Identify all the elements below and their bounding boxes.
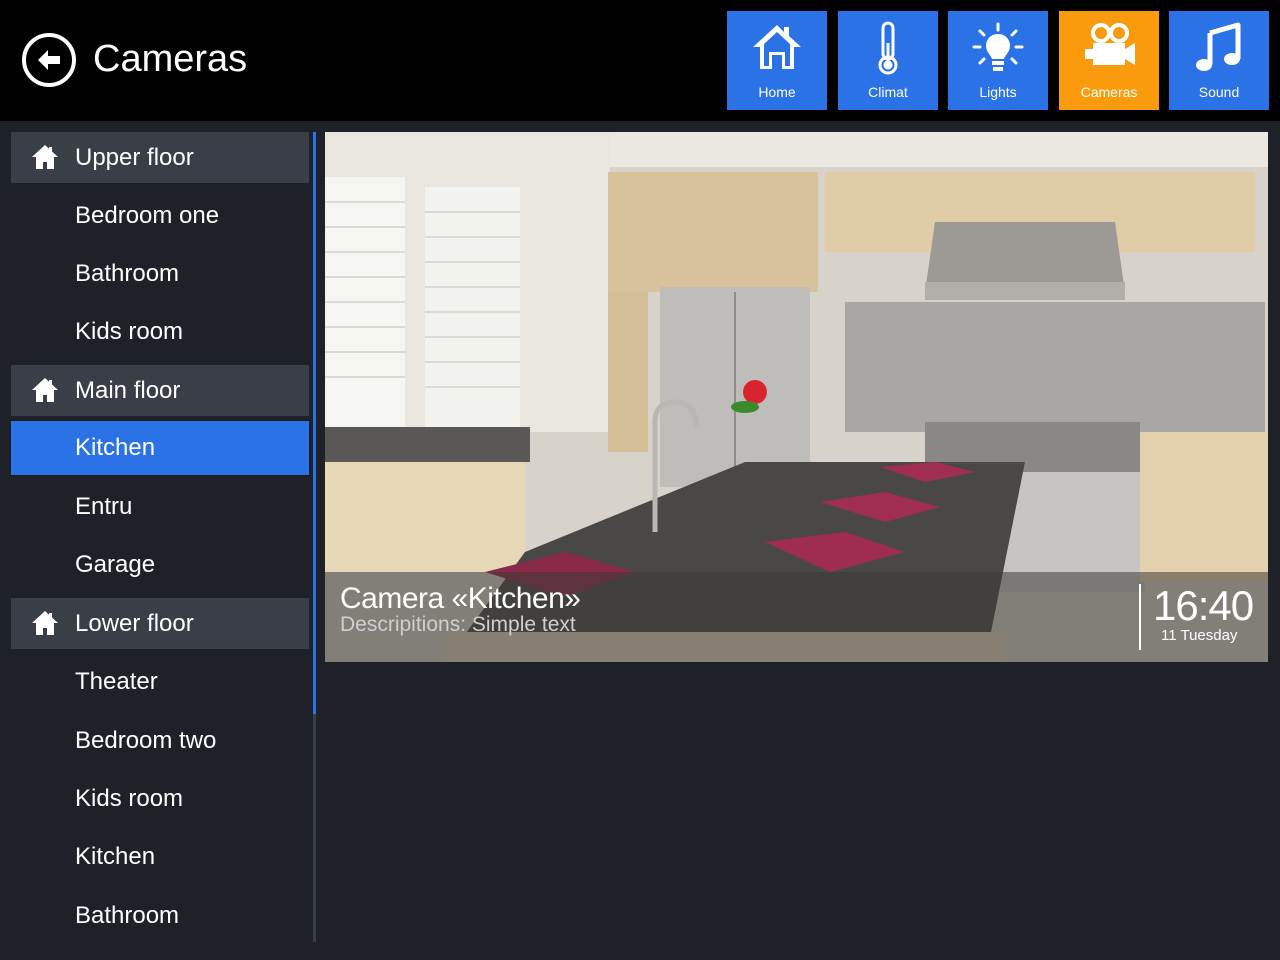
sidebar-item-bedroom-two[interactable]: Bedroom two xyxy=(11,714,309,768)
room-label: Bedroom two xyxy=(75,727,217,754)
room-label: Entru xyxy=(75,493,133,520)
room-label: Bedroom one xyxy=(75,202,220,229)
room-label: Kids room xyxy=(75,785,184,812)
lightbulb-icon xyxy=(972,22,1024,71)
back-arrow-icon xyxy=(38,50,60,70)
section-label: Lower floor xyxy=(75,610,194,637)
thermometer-icon xyxy=(878,21,898,75)
video-camera-icon xyxy=(1085,23,1135,65)
nav-tile-label: Sound xyxy=(1198,84,1240,100)
section-lower-floor[interactable]: Lower floor xyxy=(11,598,309,649)
section-label: Main floor xyxy=(75,377,181,404)
room-label: Garage xyxy=(75,551,156,578)
room-label: Kids room xyxy=(75,318,184,345)
section-upper-floor[interactable]: Upper floor xyxy=(11,132,309,183)
back-button[interactable] xyxy=(22,33,76,87)
camera-description: Descripitions: Simple text xyxy=(340,613,576,636)
sidebar-item-bathroom[interactable]: Bathroom xyxy=(11,247,309,301)
room-label: Kitchen xyxy=(75,843,156,870)
nav-tile-sound[interactable]: Sound xyxy=(1169,11,1269,110)
nav-tile-label: Lights xyxy=(979,84,1017,100)
room-label: Bathroom xyxy=(75,902,180,929)
nav-tile-cameras[interactable]: Cameras xyxy=(1059,11,1159,110)
divider xyxy=(1139,584,1141,650)
home-icon xyxy=(753,25,801,69)
camera-info-overlay: Camera «Kitchen» Descripitions: Simple t… xyxy=(325,572,1268,662)
section-label: Upper floor xyxy=(75,144,194,171)
sidebar-item-theater[interactable]: Theater xyxy=(11,655,309,709)
header-bar: Cameras Home Climat Lights Cameras Sound xyxy=(0,0,1280,121)
page-title: Cameras xyxy=(93,38,248,80)
nav-tile-home[interactable]: Home xyxy=(727,11,827,110)
room-label: Bathroom xyxy=(75,260,180,287)
room-sidebar: Upper floor Bedroom one Bathroom Kids ro… xyxy=(11,132,309,952)
room-label: Theater xyxy=(75,668,158,695)
sidebar-item-entru[interactable]: Entru xyxy=(11,480,309,534)
nav-tile-lights[interactable]: Lights xyxy=(948,11,1048,110)
sidebar-item-bedroom-one[interactable]: Bedroom one xyxy=(11,189,309,243)
section-main-floor[interactable]: Main floor xyxy=(11,365,309,416)
sidebar-item-bathroom-lower[interactable]: Bathroom xyxy=(11,889,309,943)
sidebar-item-kitchen-lower[interactable]: Kitchen xyxy=(11,830,309,884)
music-note-icon xyxy=(1196,22,1241,71)
camera-title: Camera «Kitchen» xyxy=(340,582,581,615)
camera-feed[interactable]: Camera «Kitchen» Descripitions: Simple t… xyxy=(325,132,1268,662)
nav-tile-label: Home xyxy=(758,84,796,100)
sidebar-scrollbar[interactable] xyxy=(313,132,316,942)
sidebar-item-kids-room-lower[interactable]: Kids room xyxy=(11,772,309,826)
nav-tile-label: Climat xyxy=(868,84,908,100)
home-icon xyxy=(32,611,58,635)
camera-time: 16:40 xyxy=(1153,582,1254,629)
room-label: Kitchen xyxy=(75,434,156,461)
scrollbar-thumb[interactable] xyxy=(313,132,316,714)
sidebar-item-kitchen[interactable]: Kitchen xyxy=(11,421,309,475)
nav-tile-label: Cameras xyxy=(1080,84,1138,100)
home-icon xyxy=(32,145,58,169)
sidebar-item-kids-room[interactable]: Kids room xyxy=(11,305,309,359)
camera-date: 11 Tuesday xyxy=(1161,627,1238,644)
sidebar-item-garage[interactable]: Garage xyxy=(11,538,309,592)
nav-tile-climat[interactable]: Climat xyxy=(838,11,938,110)
home-icon xyxy=(32,378,58,402)
